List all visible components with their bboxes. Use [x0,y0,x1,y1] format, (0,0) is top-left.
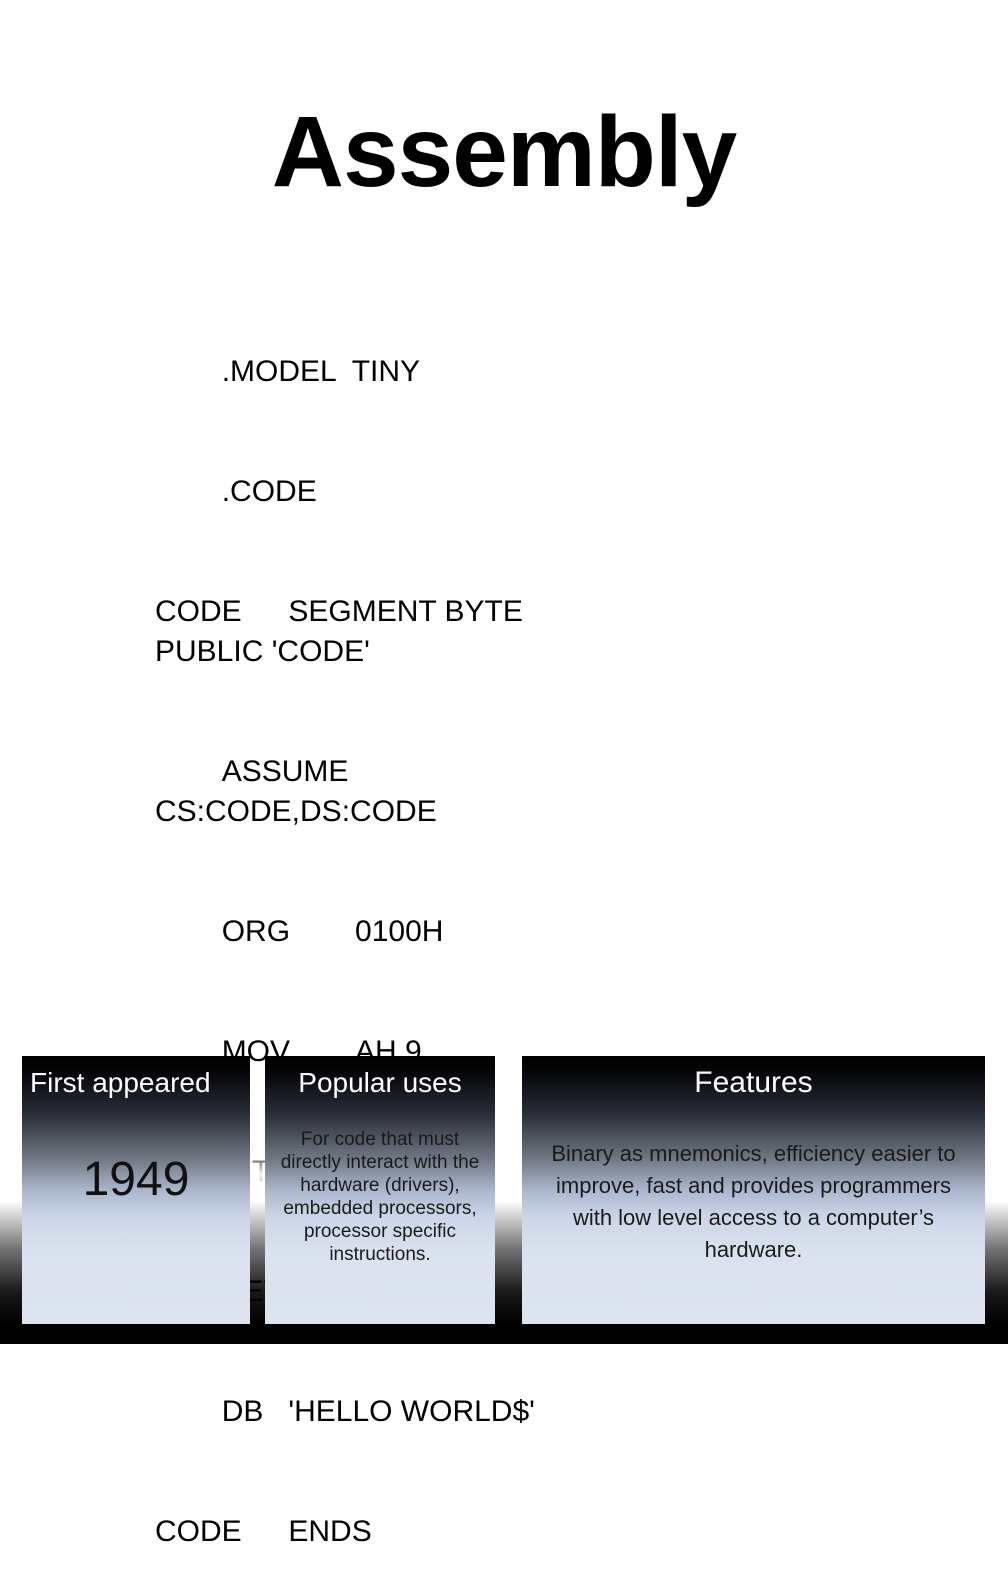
code-line: ASSUME CS:CODE,DS:CODE [155,755,437,828]
panel-body-features: Binary as mnemonics, efficiency easier t… [551,1141,956,1262]
code-line: DB 'HELLO WORLD$' [155,1395,535,1428]
panel-gap-glow-left [0,1056,22,1324]
panel-first-appeared: First appeared 1949 [22,1056,250,1324]
panel-value-first-appeared: 1949 [82,1153,190,1206]
panel-gap-glow-right [985,1056,1008,1324]
page-title: Assembly [271,96,737,208]
panel-gap-glow-2-3 [495,1056,522,1324]
info-panel-row: First appeared 1949 Popular uses For cod… [0,1056,1008,1324]
panel-features: Features Binary as mnemonics, efficiency… [522,1056,985,1324]
panel-header-first-appeared: First appeared [30,1067,211,1098]
panel-gap-glow-1-2 [250,1056,265,1324]
panel-popular-uses: Popular uses For code that must directly… [265,1056,495,1324]
assembly-code-block: .MODEL TINY .CODE CODE SEGMENT BYTE PUBL… [155,272,585,1592]
panel-header-popular-uses: Popular uses [298,1067,462,1098]
panel-body-popular-uses: For code that must directly interact wit… [280,1129,480,1265]
code-line: .MODEL TINY [155,355,421,388]
code-line: ORG 0100H [155,915,444,948]
code-line: .CODE [155,475,317,508]
panel-header-features: Features [694,1066,813,1099]
code-line: CODE SEGMENT BYTE PUBLIC 'CODE' [155,595,532,668]
bottom-black-strip [0,1324,1008,1344]
code-line: CODE ENDS [155,1515,372,1548]
